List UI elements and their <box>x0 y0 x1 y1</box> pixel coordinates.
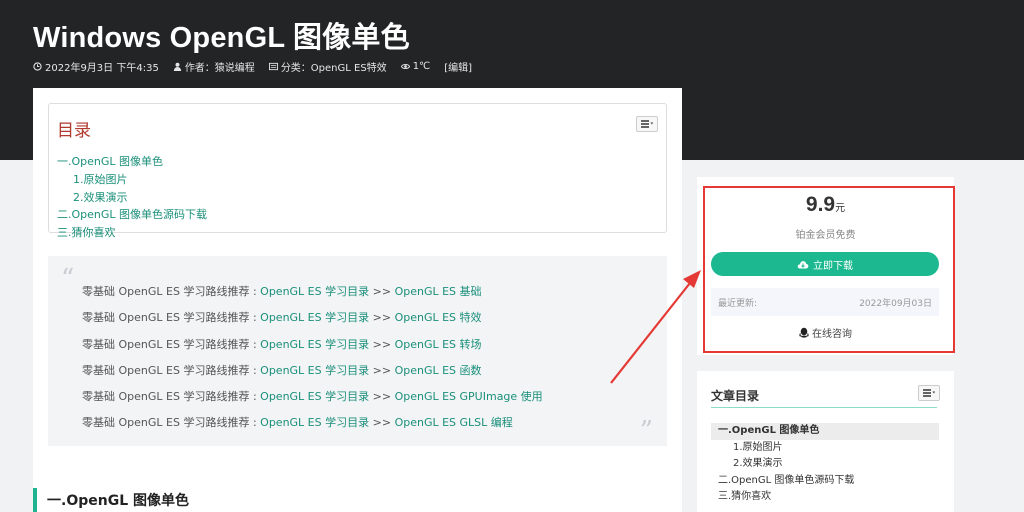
quote-link[interactable]: OpenGL ES 学习目录 <box>260 285 369 298</box>
close-quote-icon: ” <box>639 416 653 446</box>
quote-line: 零基础 OpenGL ES 学习路线推荐 : OpenGL ES 学习目录 >>… <box>82 285 482 298</box>
folder-icon <box>268 62 278 71</box>
annotation-highlight-box <box>703 186 955 353</box>
quote-line: 零基础 OpenGL ES 学习路线推荐 : OpenGL ES 学习目录 >>… <box>82 337 482 351</box>
article-card: 目录 一.OpenGL 图像单色 1.原始图片 2.效果演示 二.OpenGL … <box>33 88 682 512</box>
sidebar-toc-item[interactable]: 一.OpenGL 图像单色 <box>711 423 939 440</box>
quote-line: 零基础 OpenGL ES 学习路线推荐 : OpenGL ES 学习目录 >>… <box>82 390 543 404</box>
blockquote: “ 零基础 OpenGL ES 学习路线推荐 : OpenGL ES 学习目录 … <box>48 256 667 446</box>
quote-line: 零基础 OpenGL ES 学习路线推荐 : OpenGL ES 学习目录 >>… <box>82 363 482 377</box>
clock-icon <box>33 62 42 71</box>
sidebar-toc-toggle-button[interactable] <box>918 385 940 401</box>
sidebar-toc-title: 文章目录 <box>711 389 760 403</box>
open-quote-icon: “ <box>61 264 75 294</box>
toc-title: 目录 <box>57 121 91 141</box>
meta-category[interactable]: 分类：OpenGL ES特效 <box>268 59 387 74</box>
sidebar-toc-item[interactable]: 二.OpenGL 图像单色源码下载 <box>711 473 939 490</box>
quote-link[interactable]: OpenGL ES 转场 <box>395 338 482 351</box>
meta-views: 1℃ <box>400 61 430 72</box>
quote-link[interactable]: OpenGL ES 学习目录 <box>260 338 369 351</box>
toc-item[interactable]: 二.OpenGL 图像单色源码下载 <box>57 206 207 224</box>
toc-item[interactable]: 2.效果演示 <box>57 189 207 207</box>
quote-link[interactable]: OpenGL ES 学习目录 <box>260 311 369 324</box>
post-meta: 2022年9月3日 下午4:35 作者：猿说编程 分类：OpenGL ES特效 … <box>33 59 472 74</box>
quote-line: 零基础 OpenGL ES 学习路线推荐 : OpenGL ES 学习目录 >>… <box>82 311 482 325</box>
quote-link[interactable]: OpenGL ES 基础 <box>395 285 482 298</box>
meta-author[interactable]: 作者：猿说编程 <box>173 59 255 74</box>
page-title: Windows OpenGL 图像单色 <box>33 22 410 54</box>
toc-list: 一.OpenGL 图像单色 1.原始图片 2.效果演示 二.OpenGL 图像单… <box>57 153 207 242</box>
table-of-contents: 目录 一.OpenGL 图像单色 1.原始图片 2.效果演示 二.OpenGL … <box>48 103 667 239</box>
quote-link[interactable]: OpenGL ES GPUImage 使用 <box>395 390 543 403</box>
quote-link[interactable]: OpenGL ES 学习目录 <box>260 364 369 377</box>
sidebar-toc-item[interactable]: 1.原始图片 <box>711 440 939 457</box>
section-heading: 一.OpenGL 图像单色 <box>33 488 189 512</box>
list-icon <box>923 388 935 397</box>
sidebar-toc: 文章目录 一.OpenGL 图像单色 1.原始图片 2.效果演示 二.OpenG… <box>697 371 954 512</box>
toc-item[interactable]: 一.OpenGL 图像单色 <box>57 153 207 171</box>
quote-link[interactable]: OpenGL ES 学习目录 <box>260 416 369 429</box>
quote-line: 零基础 OpenGL ES 学习路线推荐 : OpenGL ES 学习目录 >>… <box>82 416 513 430</box>
sidebar-toc-divider <box>711 407 937 408</box>
quote-link[interactable]: OpenGL ES 函数 <box>395 364 482 377</box>
user-icon <box>173 62 181 71</box>
sidebar-toc-item[interactable]: 2.效果演示 <box>711 456 939 473</box>
quote-link[interactable]: OpenGL ES GLSL 编程 <box>395 416 513 429</box>
toc-toggle-button[interactable] <box>636 116 658 132</box>
meta-date: 2022年9月3日 下午4:35 <box>33 59 159 74</box>
toc-item[interactable]: 1.原始图片 <box>57 171 207 189</box>
sidebar-toc-item[interactable]: 三.猜你喜欢 <box>711 489 939 506</box>
sidebar-toc-list: 一.OpenGL 图像单色 1.原始图片 2.效果演示 二.OpenGL 图像单… <box>711 423 939 506</box>
quote-link[interactable]: OpenGL ES 学习目录 <box>260 390 369 403</box>
edit-link[interactable]: [编辑] <box>444 59 472 74</box>
quote-lines: 零基础 OpenGL ES 学习路线推荐 : OpenGL ES 学习目录 >>… <box>82 284 543 442</box>
list-icon <box>641 119 653 128</box>
eye-icon <box>400 64 410 69</box>
toc-item[interactable]: 三.猜你喜欢 <box>57 224 207 242</box>
quote-link[interactable]: OpenGL ES 特效 <box>395 311 482 324</box>
